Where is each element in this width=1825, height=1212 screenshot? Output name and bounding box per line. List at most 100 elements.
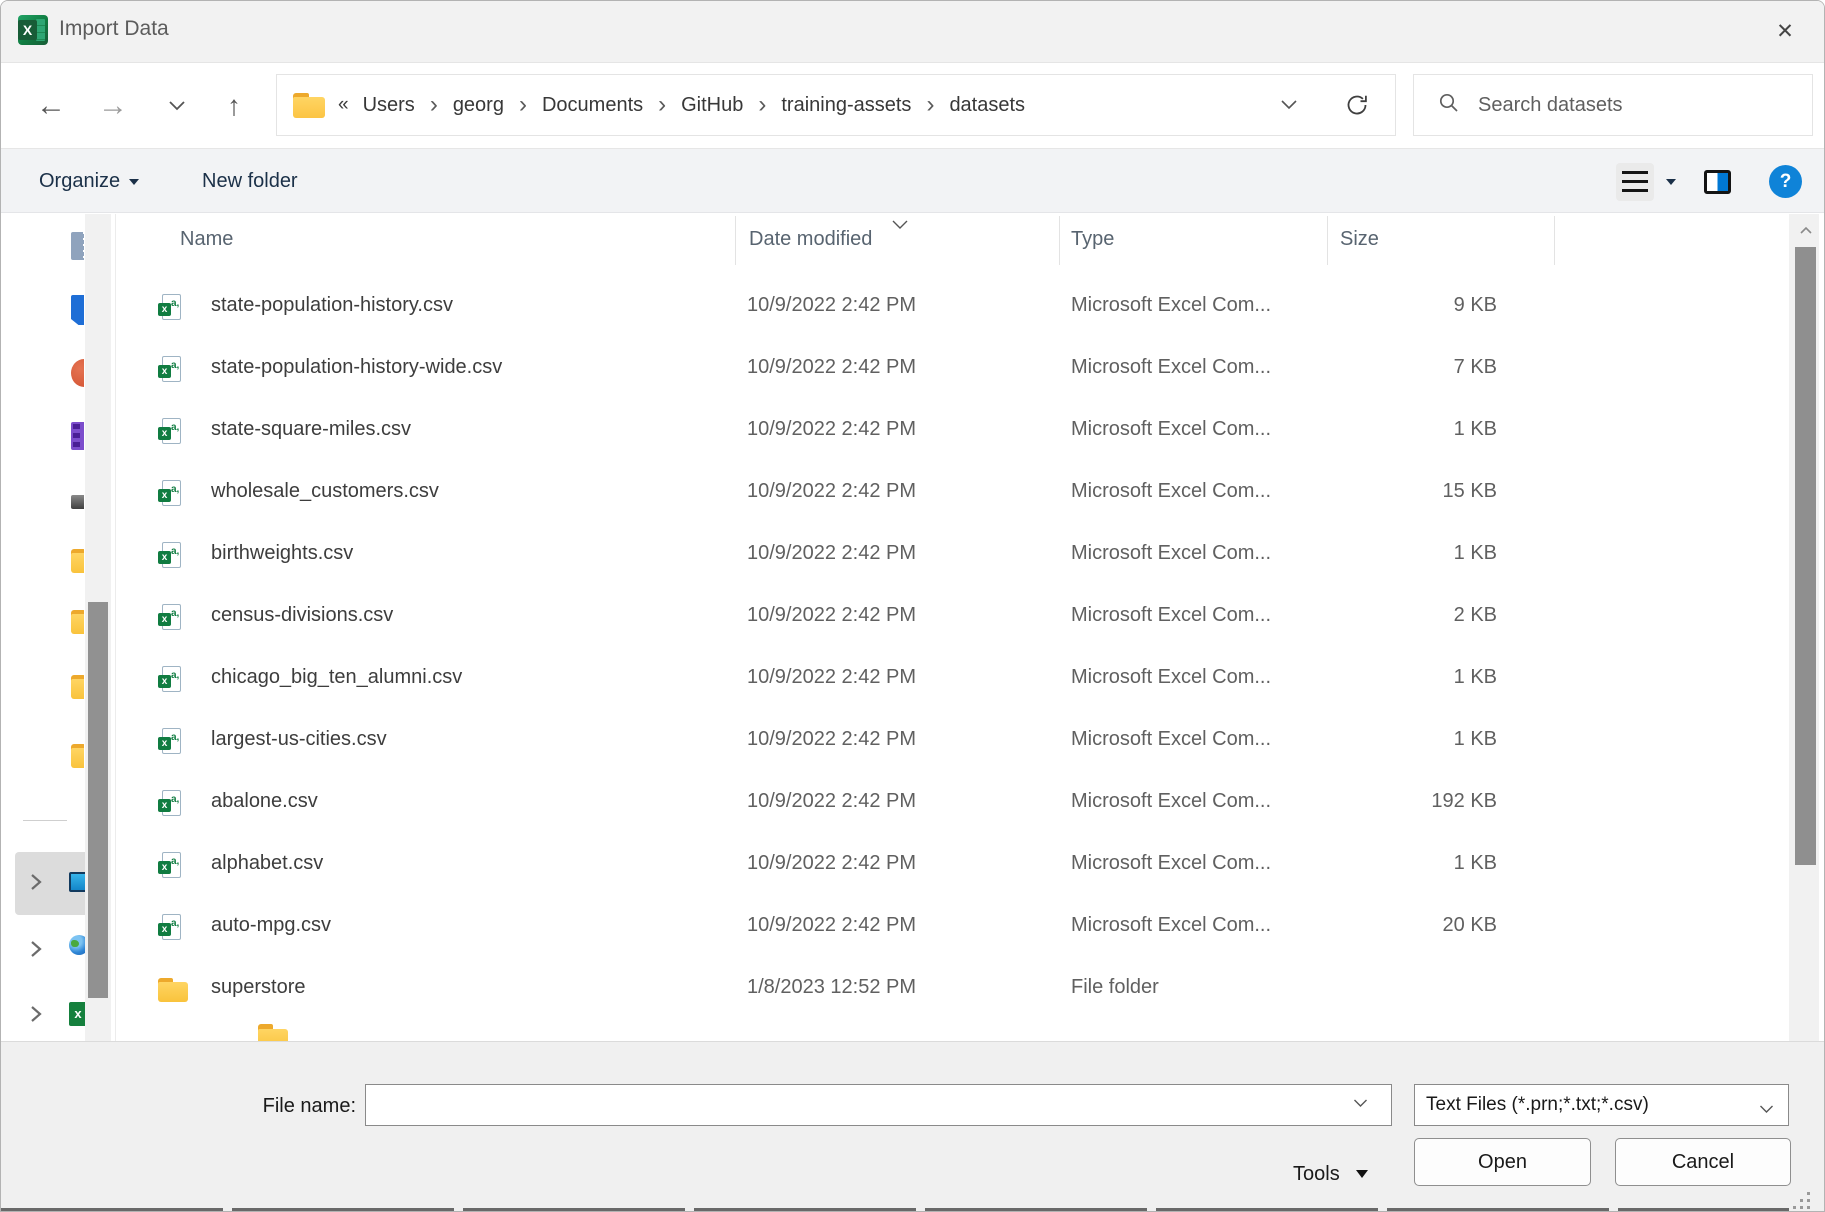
file-name-input[interactable] [365, 1084, 1392, 1126]
column-header-date-modified[interactable]: Date modified [749, 228, 872, 251]
close-icon[interactable]: ✕ [1768, 15, 1802, 49]
breadcrumb-overflow-chevrons[interactable]: « [338, 94, 349, 116]
file-date-modified: 10/9/2022 2:42 PM [747, 852, 916, 875]
organize-button[interactable]: Organize [39, 149, 139, 214]
back-arrow-icon[interactable]: ← [27, 64, 75, 148]
file-type: Microsoft Excel Com... [1071, 666, 1271, 689]
breadcrumb-item[interactable]: training-assets [781, 94, 911, 117]
column-separator[interactable] [1554, 216, 1555, 265]
preview-pane-icon[interactable] [1704, 170, 1731, 194]
view-mode-chevron-icon[interactable] [1666, 179, 1676, 185]
table-row[interactable]: xa, largest-us-cities.csv 10/9/2022 2:42… [101, 710, 1791, 772]
search-placeholder: Search datasets [1478, 94, 1623, 117]
help-icon[interactable]: ? [1769, 165, 1802, 198]
breadcrumb-item[interactable]: GitHub [681, 94, 743, 117]
file-type-select[interactable]: Text Files (*.prn;*.txt;*.csv) [1414, 1084, 1789, 1126]
file-type: Microsoft Excel Com... [1071, 356, 1271, 379]
breadcrumb-item[interactable]: georg [453, 94, 504, 117]
drive-icon[interactable] [71, 495, 84, 509]
file-size: 1 KB [1297, 542, 1497, 565]
breadcrumb-chevron-icon[interactable]: › [743, 95, 781, 115]
cancel-button[interactable]: Cancel [1615, 1138, 1791, 1186]
column-separator[interactable] [1059, 216, 1060, 265]
table-row[interactable]: xa, abalone.csv 10/9/2022 2:42 PM Micros… [101, 772, 1791, 834]
breadcrumb-chevron-icon[interactable]: › [415, 95, 453, 115]
file-size: 7 KB [1297, 356, 1497, 379]
column-separator[interactable] [1327, 216, 1328, 265]
folder-icon[interactable] [71, 549, 84, 575]
breadcrumb-item[interactable]: Users [363, 94, 415, 117]
ruler-icon[interactable] [71, 232, 84, 260]
file-date-modified: 10/9/2022 2:42 PM [747, 728, 916, 751]
file-date-modified: 10/9/2022 2:42 PM [747, 480, 916, 503]
resize-grip[interactable] [1793, 1192, 1811, 1211]
this-pc-monitor-icon[interactable] [69, 872, 85, 896]
breadcrumb-chevron-icon[interactable]: › [643, 95, 681, 115]
file-type-icon: xa, [158, 604, 188, 631]
content-area: x Name Date modified Type Size xa, [1, 214, 1824, 1041]
file-date-modified: 10/9/2022 2:42 PM [747, 356, 916, 379]
tree-expand-chevron-icon[interactable] [29, 1004, 49, 1024]
excel-csv-icon: xa, [158, 666, 188, 693]
breadcrumb-item[interactable]: datasets [949, 94, 1025, 117]
file-type: File folder [1071, 976, 1159, 999]
open-button[interactable]: Open [1414, 1138, 1591, 1186]
excel-csv-icon: xa, [158, 914, 188, 941]
file-date-modified: 10/9/2022 2:42 PM [747, 666, 916, 689]
sidebar-divider [23, 820, 67, 821]
view-mode-button[interactable] [1616, 163, 1654, 201]
search-input[interactable]: Search datasets [1413, 74, 1813, 136]
folder-icon[interactable] [71, 610, 84, 636]
breadcrumb-chevron-icon[interactable]: › [504, 95, 542, 115]
table-row[interactable]: xa, alphabet.csv 10/9/2022 2:42 PM Micro… [101, 834, 1791, 896]
column-separator[interactable] [735, 216, 736, 265]
breadcrumb-chevron-icon[interactable]: › [911, 95, 949, 115]
column-header-type[interactable]: Type [1071, 228, 1114, 251]
file-size: 2 KB [1297, 604, 1497, 627]
file-type-icon: xa, [158, 294, 188, 321]
excel-file-icon[interactable]: x [69, 1002, 85, 1032]
up-arrow-icon[interactable]: ↑ [211, 64, 257, 148]
list-scrollbar-thumb[interactable] [1795, 247, 1816, 865]
address-dropdown-chevron-icon[interactable] [1281, 75, 1297, 135]
tree-expand-chevron-icon[interactable] [29, 872, 49, 892]
title-bar: X Import Data ✕ [1, 1, 1824, 63]
file-date-modified: 10/9/2022 2:42 PM [747, 604, 916, 627]
network-globe-icon[interactable] [69, 935, 85, 964]
folder-icon[interactable] [71, 675, 84, 701]
orange-circle-icon[interactable] [71, 359, 84, 387]
file-type-value: Text Files (*.prn;*.txt;*.csv) [1426, 1094, 1649, 1116]
chevron-down-icon [129, 179, 139, 185]
file-name: census-divisions.csv [211, 604, 393, 627]
folder-icon [293, 93, 325, 118]
table-row[interactable]: xa, superstore 1/8/2023 12:52 PM File fo… [101, 958, 1791, 1020]
library-icon[interactable] [71, 422, 84, 450]
table-row[interactable]: xa, wholesale_customers.csv 10/9/2022 2:… [101, 462, 1791, 524]
tree-expand-chevron-icon[interactable] [29, 939, 49, 959]
column-headers: Name Date modified Type Size [101, 214, 1791, 267]
breadcrumb-item[interactable]: Documents [542, 94, 643, 117]
new-folder-button[interactable]: New folder [202, 149, 298, 214]
scrollbar-up-arrow-icon[interactable] [1799, 222, 1813, 240]
table-row[interactable]: xa, auto-mpg.csv 10/9/2022 2:42 PM Micro… [101, 896, 1791, 958]
refresh-icon[interactable] [1345, 75, 1369, 135]
column-header-name[interactable]: Name [180, 228, 233, 251]
tools-button[interactable]: Tools [1293, 1150, 1368, 1198]
file-size: 15 KB [1297, 480, 1497, 503]
recent-locations-chevron-icon[interactable] [156, 64, 198, 148]
file-type: Microsoft Excel Com... [1071, 604, 1271, 627]
table-row[interactable]: xa, state-population-history.csv 10/9/20… [101, 276, 1791, 338]
forward-arrow-icon[interactable]: → [89, 64, 137, 148]
table-row[interactable]: xa, state-square-miles.csv 10/9/2022 2:4… [101, 400, 1791, 462]
folder-icon[interactable] [71, 744, 84, 770]
file-date-modified: 10/9/2022 2:42 PM [747, 790, 916, 813]
notebook-icon[interactable] [71, 295, 84, 325]
column-header-size[interactable]: Size [1340, 228, 1379, 251]
table-row[interactable]: xa, state-population-history-wide.csv 10… [101, 338, 1791, 400]
table-row[interactable]: xa, chicago_big_ten_alumni.csv 10/9/2022… [101, 648, 1791, 710]
table-row[interactable]: xa, birthweights.csv 10/9/2022 2:42 PM M… [101, 524, 1791, 586]
address-bar[interactable]: « Users›georg›Documents›GitHub›training-… [276, 74, 1396, 136]
table-row[interactable]: xa, census-divisions.csv 10/9/2022 2:42 … [101, 586, 1791, 648]
navigation-row: ← → ↑ « Users›georg›Documents›GitHub›tra… [1, 64, 1824, 148]
list-view-icon [1622, 171, 1648, 192]
